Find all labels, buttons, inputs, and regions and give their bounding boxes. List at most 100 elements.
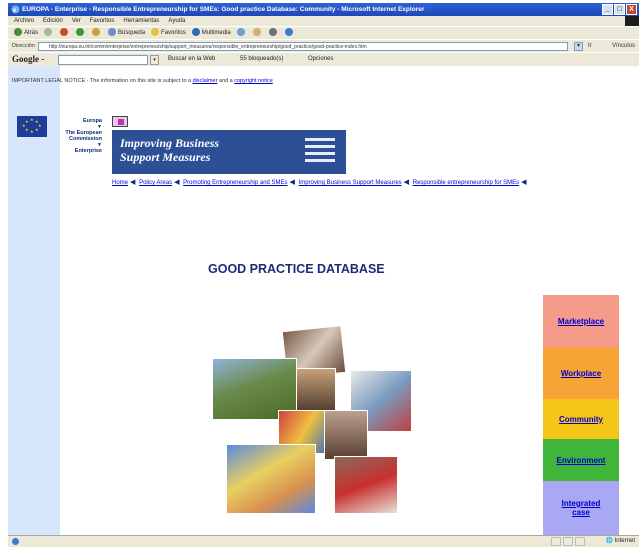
- legal-notice: IMPORTANT LEGAL NOTICE - The information…: [12, 78, 273, 84]
- menubar: Archivo Edición Ver Favoritos Herramient…: [8, 16, 639, 26]
- history-icon: [236, 28, 245, 37]
- enterprise-link[interactable]: Enterprise: [75, 148, 102, 154]
- menu-edit[interactable]: Edición: [43, 16, 63, 26]
- photo-children: [334, 456, 398, 514]
- messenger-icon: [284, 28, 293, 37]
- status-panes: [551, 537, 585, 546]
- window-controls: _ □ X: [602, 4, 637, 15]
- home-icon: [92, 28, 101, 37]
- minimize-button[interactable]: _: [602, 4, 613, 15]
- refresh-button[interactable]: [76, 27, 86, 39]
- close-button[interactable]: X: [626, 4, 637, 15]
- favorites-label: Favoritos: [161, 30, 186, 36]
- options-button[interactable]: Opciones: [308, 53, 333, 66]
- search-label: Búsqueda: [118, 30, 146, 36]
- print-icon: [268, 28, 277, 37]
- left-arrow-icon: ◀: [174, 179, 180, 186]
- mail-button[interactable]: [252, 27, 263, 39]
- address-dropdown-button[interactable]: ▾: [574, 42, 583, 51]
- home-button[interactable]: [92, 27, 102, 39]
- forward-button[interactable]: [44, 27, 54, 39]
- star-icon: [151, 28, 160, 37]
- disclaimer-link[interactable]: disclaimer: [193, 78, 218, 84]
- window-titlebar: e EUROPA - Enterprise - Responsible Entr…: [8, 3, 639, 16]
- european-commission-link[interactable]: The European Commission: [65, 130, 102, 143]
- google-toolbar: Google - ▾ Buscar en la Web 55 bloqueado…: [8, 52, 639, 66]
- menu-file[interactable]: Archivo: [14, 16, 34, 26]
- zone-label: Internet: [614, 538, 635, 544]
- breadcrumb-responsible-entrepreneurship[interactable]: Responsible entrepreneurship for SMEs: [413, 180, 519, 186]
- category-workplace-link[interactable]: Workplace: [543, 347, 619, 399]
- page-status-icon: [12, 538, 19, 545]
- breadcrumb-improving-support[interactable]: Improving Business Support Measures: [299, 180, 402, 186]
- left-arrow-icon: ◀: [289, 179, 295, 186]
- legal-notice-middle: and a: [218, 78, 233, 84]
- section-icon: [112, 116, 128, 127]
- breadcrumb-policy-areas[interactable]: Policy Areas: [139, 180, 172, 186]
- breadcrumb-home[interactable]: Home: [112, 180, 128, 186]
- address-label: Dirección: [12, 43, 35, 49]
- favorites-button[interactable]: Favoritos: [151, 27, 186, 39]
- banner-stripes-icon: [305, 138, 335, 166]
- refresh-icon: [76, 28, 85, 37]
- messenger-button[interactable]: [284, 27, 295, 39]
- photo-worker: [296, 368, 336, 414]
- banner-line2: Support Measures: [120, 150, 211, 164]
- back-button[interactable]: Atrás: [14, 27, 38, 39]
- google-search-dropdown[interactable]: ▾: [150, 55, 159, 65]
- mail-icon: [252, 28, 261, 37]
- banner-title: Improving Business Support Measures: [120, 136, 219, 164]
- breadcrumb-promoting-entrepreneurship[interactable]: Promoting Entrepreneurship and SMEs: [183, 180, 287, 186]
- stop-icon: [60, 28, 69, 37]
- standard-toolbar: Atrás Búsqueda Favoritos Multimedia: [8, 26, 639, 39]
- status-bar: 🌐 Internet: [8, 535, 639, 547]
- page-title: GOOD PRACTICE DATABASE: [208, 262, 385, 276]
- address-input[interactable]: http://europa.eu.int/comm/enterprise/ent…: [38, 42, 568, 51]
- windows-throbber: [625, 16, 639, 26]
- ie-icon: e: [11, 5, 20, 14]
- multimedia-label: Multimedia: [201, 30, 231, 36]
- category-marketplace-link[interactable]: Marketplace: [543, 295, 619, 347]
- popups-blocked-button[interactable]: 55 bloqueado(s): [240, 53, 283, 66]
- page-viewport: IMPORTANT LEGAL NOTICE - The information…: [8, 66, 639, 535]
- menu-view[interactable]: Ver: [72, 16, 81, 26]
- maximize-button[interactable]: □: [614, 4, 625, 15]
- media-icon: [191, 28, 200, 37]
- window-title: EUROPA - Enterprise - Responsible Entrep…: [22, 6, 425, 13]
- banner-line1: Improving Business: [120, 136, 220, 150]
- search-icon: [108, 28, 117, 37]
- google-search-input[interactable]: [58, 55, 148, 65]
- forward-arrow-icon: [44, 28, 53, 37]
- stop-button[interactable]: [60, 27, 70, 39]
- menu-tools[interactable]: Herramientas: [123, 16, 159, 26]
- search-button[interactable]: Búsqueda: [108, 27, 145, 39]
- site-hierarchy-nav: Europa ▼ The European Commission ▼ Enterp…: [38, 118, 102, 154]
- category-community-link[interactable]: Community: [543, 399, 619, 439]
- section-banner: Improving Business Support Measures: [112, 130, 346, 174]
- breadcrumb: Home ◀ Policy Areas ◀ Promoting Entreprene…: [112, 178, 532, 188]
- svg-text:e: e: [13, 6, 16, 14]
- back-arrow-icon: [14, 28, 22, 37]
- address-bar: Dirección http://europa.eu.int/comm/ente…: [8, 39, 639, 52]
- google-logo[interactable]: Google -: [12, 53, 44, 66]
- photo-group: [324, 410, 368, 460]
- category-integrated-case-link[interactable]: Integrated case: [543, 481, 619, 535]
- back-label: Atrás: [24, 30, 39, 36]
- multimedia-button[interactable]: Multimedia: [191, 27, 231, 39]
- commission-line1: The European: [65, 129, 102, 136]
- photo-collage: [204, 324, 419, 528]
- security-zone: 🌐 Internet: [605, 538, 636, 544]
- menu-help[interactable]: Ayuda: [168, 16, 185, 26]
- links-label[interactable]: Vínculos: [612, 40, 635, 52]
- go-button[interactable]: Ir: [588, 40, 592, 52]
- print-button[interactable]: [268, 27, 279, 39]
- category-side-nav: Marketplace Workplace Community Environm…: [543, 295, 619, 535]
- history-button[interactable]: [236, 27, 247, 39]
- photo-europe-map: [226, 444, 316, 514]
- menu-favorites[interactable]: Favoritos: [90, 16, 115, 26]
- left-arrow-icon: ◀: [403, 179, 410, 186]
- category-environment-link[interactable]: Environment: [543, 439, 619, 481]
- left-arrow-icon: ◀: [130, 179, 136, 186]
- search-web-button[interactable]: Buscar en la Web: [168, 53, 215, 66]
- copyright-notice-link[interactable]: copyright notice: [234, 78, 273, 84]
